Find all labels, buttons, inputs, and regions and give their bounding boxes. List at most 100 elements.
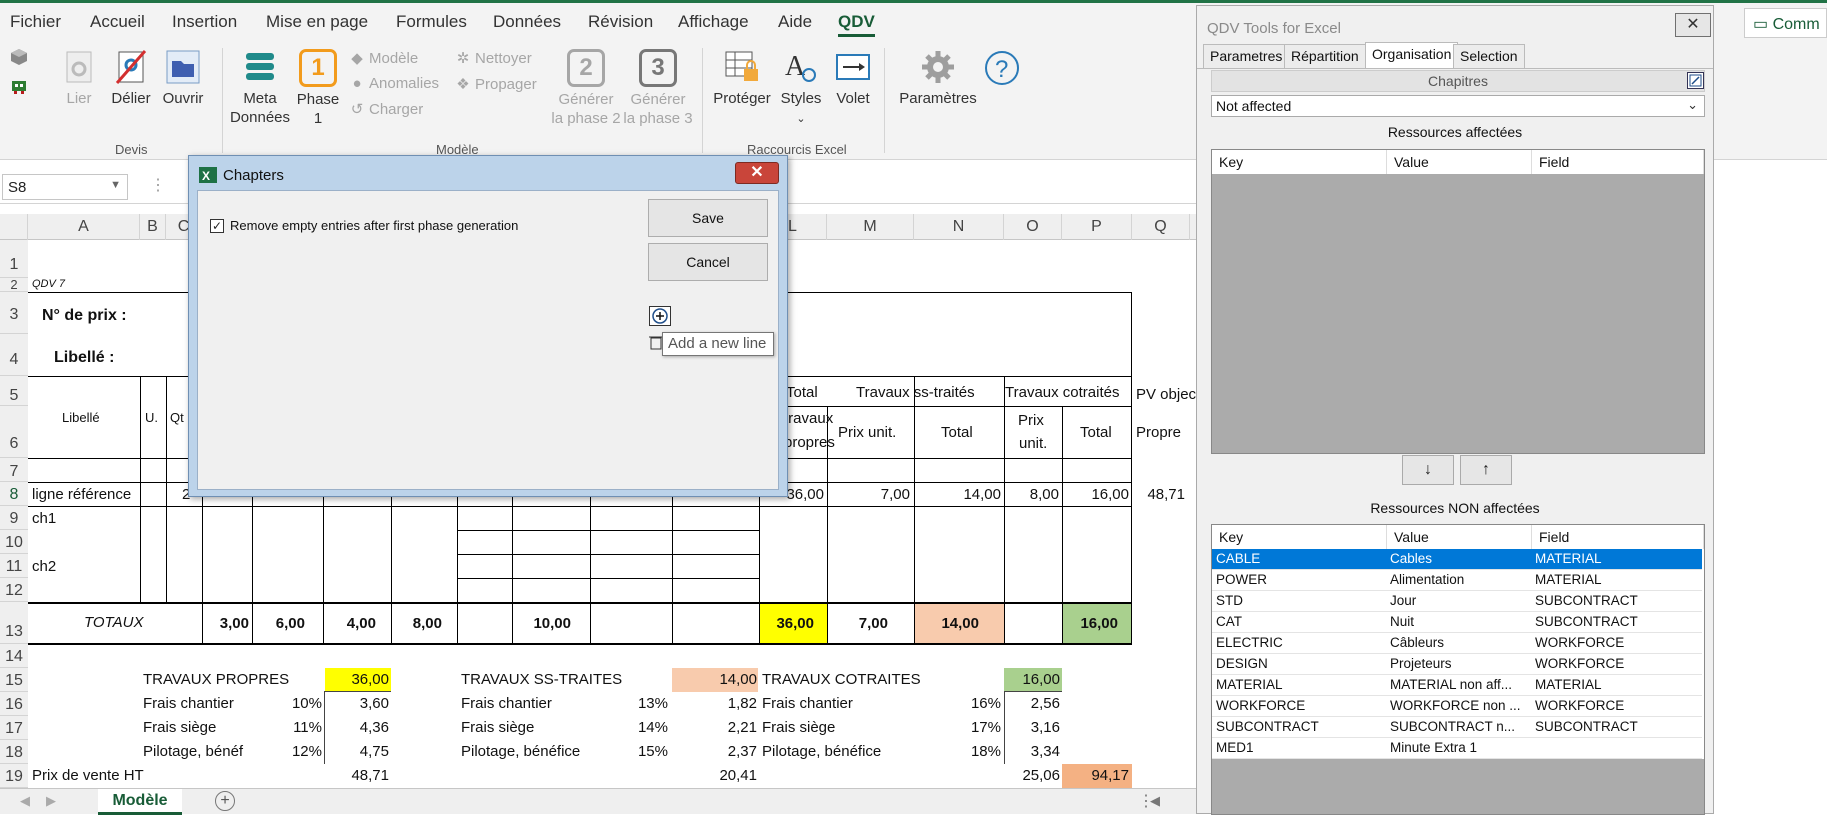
row-header[interactable]: 2 (0, 278, 28, 292)
cell-v3-2[interactable]: 3,34 (1005, 743, 1060, 760)
cell-r13-n[interactable]: 14,00 (915, 615, 979, 632)
cell-r8-q[interactable]: 48,71 (1133, 486, 1185, 503)
grid-col-value[interactable]: Value (1387, 150, 1532, 174)
cell-ch2[interactable]: ch2 (32, 558, 56, 575)
select-all-corner[interactable] (0, 214, 28, 240)
cell-ch1[interactable]: ch1 (32, 510, 56, 527)
table-row[interactable]: MATERIAL MATERIAL non aff... MATERIAL (1212, 675, 1702, 696)
row-header[interactable]: 8 (0, 482, 28, 506)
charger-button[interactable]: ↺ Charger (350, 100, 424, 118)
col-header-p[interactable]: P (1062, 214, 1132, 240)
cell-pv1[interactable]: 48,71 (325, 767, 389, 784)
chevron-down-icon[interactable]: ⌄ (1687, 97, 1698, 113)
cell-tp-value[interactable]: 36,00 (325, 671, 389, 688)
add-sheet-icon[interactable]: + (215, 791, 235, 811)
add-line-button[interactable] (649, 306, 671, 326)
cell-fc1[interactable]: Frais chantier (143, 695, 234, 712)
delier-button[interactable]: Délier (108, 49, 154, 108)
cell-r13-p[interactable]: 16,00 (1063, 615, 1118, 632)
cell-r8-p[interactable]: 16,00 (1063, 486, 1129, 503)
table-row[interactable]: STD Jour SUBCONTRACT (1212, 591, 1702, 612)
cell-fc2[interactable]: Frais chantier (461, 695, 552, 712)
cell-r13-l[interactable]: 36,00 (760, 615, 814, 632)
cell-pv-total[interactable]: 94,17 (1063, 767, 1129, 784)
cell-v3-0[interactable]: 2,56 (1005, 695, 1060, 712)
cell-pb1[interactable]: Pilotage, bénéf (143, 743, 243, 760)
propager-button[interactable]: ❖ Propager (456, 75, 536, 93)
non-affected-resources-grid[interactable]: Key Value Field CABLE Cables MATERIAL POWER… (1211, 524, 1705, 815)
cell-totaux[interactable]: TOTAUX (84, 614, 143, 631)
tab-scroll-left-icon[interactable]: ◀ (20, 793, 30, 809)
menu-mise-en-page[interactable]: Mise en page (266, 12, 368, 32)
cell-r13-i[interactable]: 10,00 (513, 615, 571, 632)
cell-ligne-ref[interactable]: ligne référence (32, 486, 131, 503)
col-header-a[interactable]: A (28, 214, 140, 240)
menu-revision[interactable]: Révision (588, 12, 653, 32)
menu-accueil[interactable]: Accueil (90, 12, 145, 32)
cell-r13-f[interactable]: 4,00 (324, 615, 376, 632)
cell-p2-2[interactable]: 15% (610, 743, 668, 760)
cell-r13-m[interactable]: 7,00 (828, 615, 888, 632)
cell-v1-0[interactable]: 3,60 (325, 695, 389, 712)
edit-chapters-button[interactable] (1687, 72, 1704, 89)
save-button[interactable]: Save (648, 199, 768, 237)
row-header[interactable]: 1 (0, 240, 28, 278)
col-header-b[interactable]: B (140, 214, 166, 240)
grid-col-key[interactable]: Key (1212, 150, 1387, 174)
affected-resources-grid[interactable]: Key Value Field (1211, 149, 1705, 454)
ouvrir-button[interactable]: Ouvrir (160, 49, 206, 108)
chevron-down-icon[interactable]: ▼ (110, 179, 121, 191)
table-row[interactable]: POWER Alimentation MATERIAL (1212, 570, 1702, 591)
proteger-button[interactable]: Protéger (710, 49, 774, 108)
cell-p3-0[interactable]: 16% (940, 695, 1001, 712)
grid-col-value[interactable]: Value (1387, 525, 1532, 549)
row-header[interactable]: 13 (0, 602, 28, 644)
anomalies-button[interactable]: ● Anomalies (350, 75, 439, 92)
table-row[interactable]: SUBCONTRACT SUBCONTRACT n... SUBCONTRACT (1212, 717, 1702, 738)
row-header[interactable]: 4 (0, 334, 28, 376)
menu-affichage[interactable]: Affichage (678, 12, 749, 32)
volet-button[interactable]: Volet (830, 49, 876, 108)
cell-pb2[interactable]: Pilotage, bénéfice (461, 743, 580, 760)
cell-r13-e[interactable]: 6,00 (253, 615, 305, 632)
row-header[interactable]: 15 (0, 668, 28, 692)
tab-repartition[interactable]: Répartition (1284, 44, 1366, 68)
cell-v2-1[interactable]: 2,21 (673, 719, 757, 736)
cell-p3-1[interactable]: 17% (940, 719, 1001, 736)
cell-fc3[interactable]: Frais chantier (762, 695, 853, 712)
row-header[interactable]: 10 (0, 530, 28, 554)
cell-pv2[interactable]: 20,41 (673, 767, 757, 784)
cell-r8-n[interactable]: 14,00 (915, 486, 1001, 503)
col-header-o[interactable]: O (1004, 214, 1062, 240)
row-header[interactable]: 16 (0, 692, 28, 716)
table-row[interactable]: DESIGN Projeteurs WORKFORCE (1212, 654, 1702, 675)
row-header[interactable]: 19 (0, 764, 28, 788)
row-header[interactable]: 9 (0, 506, 28, 530)
tab-parametres[interactable]: Parametres (1203, 44, 1290, 68)
meta-donnees-button[interactable]: Meta Données (228, 49, 292, 127)
row-header[interactable]: 3 (0, 292, 28, 334)
col-header-q[interactable]: Q (1132, 214, 1190, 240)
modele-small-button[interactable]: ◆ Modèle (350, 49, 418, 67)
cell-v2-0[interactable]: 1,82 (673, 695, 757, 712)
cell-tc-value[interactable]: 16,00 (1005, 671, 1060, 688)
grid-col-field[interactable]: Field (1532, 150, 1704, 174)
cell-pb3[interactable]: Pilotage, bénéfice (762, 743, 881, 760)
row-header[interactable]: 6 (0, 406, 28, 458)
tab-selection[interactable]: Selection (1453, 44, 1525, 68)
name-box[interactable]: S8 ▼ (2, 174, 128, 200)
cell-v2-2[interactable]: 2,37 (673, 743, 757, 760)
delete-line-button[interactable] (649, 334, 663, 350)
panel-close-button[interactable]: ✕ (1675, 13, 1711, 37)
cell-pv3[interactable]: 25,06 (1005, 767, 1060, 784)
table-row[interactable]: CABLE Cables MATERIAL (1212, 549, 1702, 570)
cell-r8-o[interactable]: 8,00 (1005, 486, 1059, 503)
table-row[interactable]: ELECTRIC Câbleurs WORKFORCE (1212, 633, 1702, 654)
col-header-n[interactable]: N (914, 214, 1004, 240)
help-button[interactable]: ? (982, 49, 1022, 91)
move-down-button[interactable]: ↓ (1402, 455, 1454, 485)
col-header-m[interactable]: M (827, 214, 914, 240)
small-cube-icon[interactable] (10, 48, 28, 70)
cell-fs1[interactable]: Frais siège (143, 719, 216, 736)
cell-v1-2[interactable]: 4,75 (325, 743, 389, 760)
